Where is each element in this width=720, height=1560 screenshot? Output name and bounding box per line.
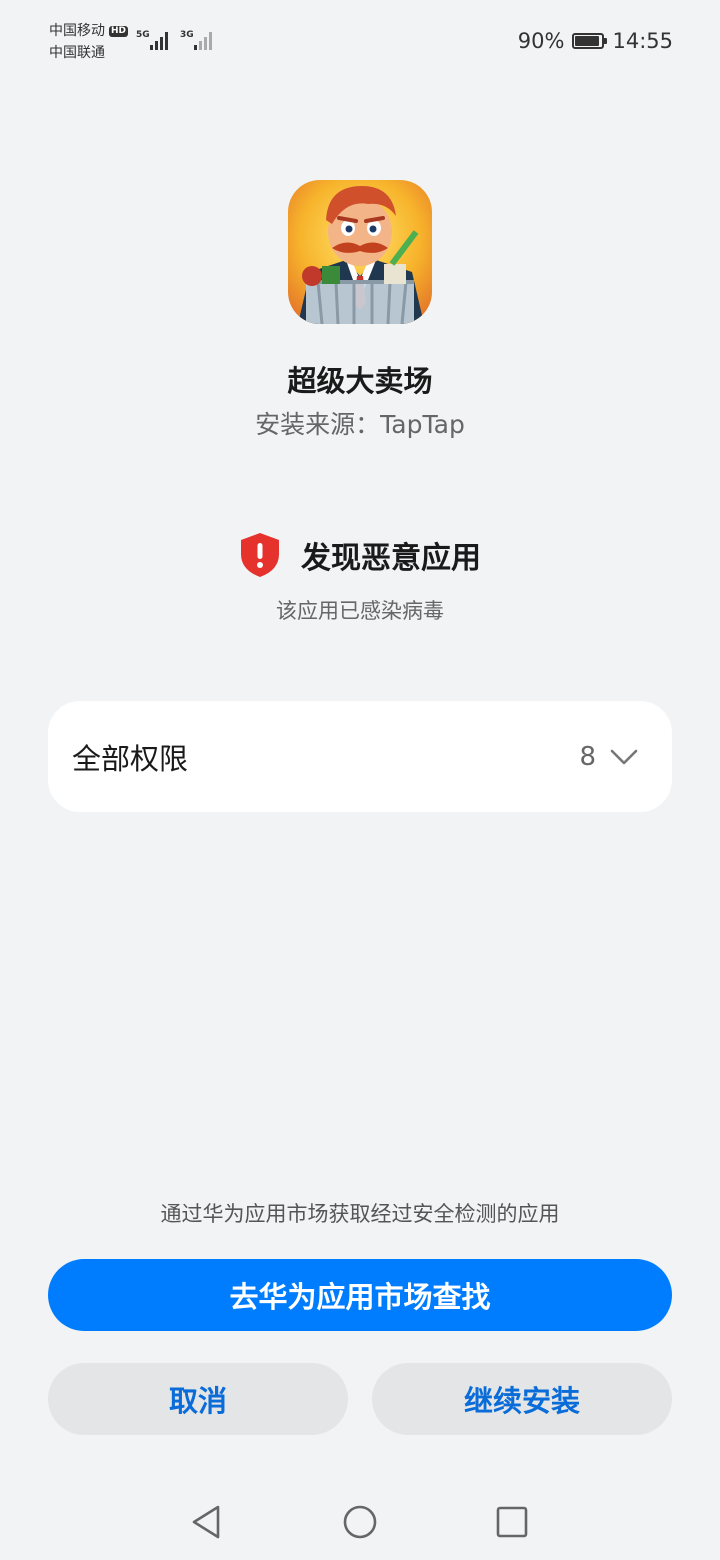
status-right: 90% 14:55 [518,29,673,53]
recents-button[interactable] [492,1502,532,1542]
home-button[interactable] [340,1502,380,1542]
carrier-info: 中国移动 HD 中国联通 [49,20,129,64]
supermarket-game-app-icon [288,180,432,324]
system-nav-bar [0,1490,720,1554]
huawei-appgallery-search-button[interactable]: 去华为应用市场查找 [48,1259,672,1331]
signal-3g-icon: 3G [180,30,212,50]
carrier-2-label: 中国联通 [49,45,105,61]
status-bar: 中国移动 HD 中国联通 5G 3G 90% 14:55 [0,0,720,80]
battery-icon [572,33,608,49]
all-permissions-row[interactable]: 全部权限 8 [48,701,672,812]
warning-subtitle: 该应用已感染病毒 [276,599,444,623]
permissions-label: 全部权限 [72,741,189,776]
signal-5g-icon: 5G [136,30,168,50]
install-source: 安装来源：TapTap [255,410,465,439]
shield-alert-icon [241,533,279,577]
cancel-button[interactable]: 取消 [48,1363,348,1435]
recents-square-icon [496,1506,528,1538]
hd-badge: HD [109,25,129,37]
signal-indicators: 5G 3G [136,28,216,52]
clock: 14:55 [612,29,673,53]
back-triangle-icon [192,1505,220,1539]
battery-fill [575,36,599,46]
battery-percent: 90% [517,29,565,53]
home-circle-icon [343,1505,377,1539]
signal-1-tech-label: 5G [136,30,150,40]
app-name: 超级大卖场 [287,364,433,398]
malware-warning: 发现恶意应用 [0,532,720,578]
continue-install-button[interactable]: 继续安装 [372,1363,672,1435]
permissions-count: 8 [579,741,596,772]
signal-2-tech-label: 3G [180,30,194,40]
warning-title: 发现恶意应用 [301,541,481,576]
hint-text: 通过华为应用市场获取经过安全检测的应用 [160,1202,560,1226]
chevron-down-icon [610,749,638,764]
back-button[interactable] [186,1502,226,1542]
carrier-1-label: 中国移动 [49,23,105,39]
